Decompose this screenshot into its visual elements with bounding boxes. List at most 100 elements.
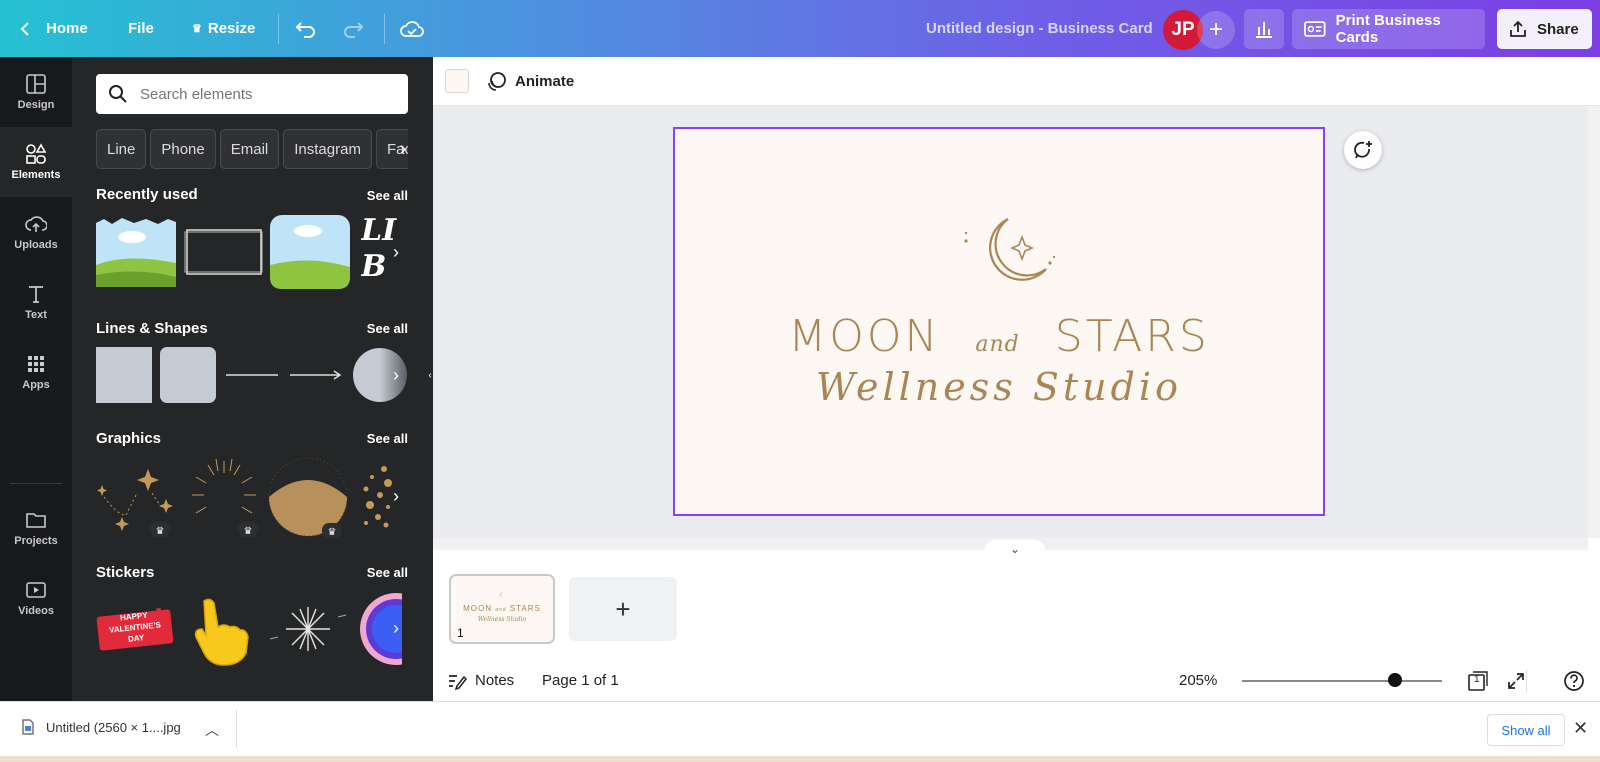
thumb-connector: and — [495, 607, 507, 613]
sticker-pointing-hand[interactable] — [190, 597, 252, 667]
text-icon — [29, 286, 43, 303]
folder-icon — [26, 513, 46, 528]
divider — [10, 483, 62, 484]
section-title-graphics: Graphics — [96, 430, 162, 447]
rounded-square-shape[interactable] — [160, 347, 216, 403]
graphics-next-button[interactable]: › — [384, 481, 408, 511]
chevron-right-icon: › — [393, 364, 399, 385]
line-shape[interactable] — [224, 369, 280, 381]
chip-instagram[interactable]: Instagram — [283, 129, 372, 169]
graphic-sunburst[interactable]: ♛ — [184, 455, 264, 539]
print-label: Print Business Cards — [1335, 12, 1441, 46]
rail-label: Projects — [14, 535, 58, 547]
background-color-swatch[interactable] — [445, 69, 469, 93]
show-all-downloads-button[interactable]: Show all — [1487, 714, 1565, 746]
chip-email[interactable]: Email — [219, 129, 280, 169]
rail-label: Uploads — [14, 239, 58, 251]
chevron-down-icon: ⌄ — [1009, 542, 1021, 556]
rail-item-videos[interactable]: Videos — [0, 563, 72, 633]
see-all-lines-link[interactable]: See all — [367, 321, 408, 336]
animate-icon — [488, 71, 506, 91]
download-file-name: Untitled (2560 × 1....jpg — [46, 719, 181, 735]
recent-photo-frame-rounded[interactable] — [270, 215, 350, 289]
zoom-level[interactable]: 205% — [1179, 660, 1217, 701]
share-icon — [1510, 20, 1526, 37]
rail-item-text[interactable]: Text — [0, 267, 72, 337]
comment-add-icon — [1354, 141, 1372, 159]
add-page-button[interactable]: + — [569, 577, 677, 641]
notes-label: Notes — [475, 672, 515, 689]
sticker-valentines[interactable]: HAPPY VALENTINE'S DAY ♥ — [96, 605, 174, 657]
recent-sketch-frame[interactable] — [184, 227, 264, 277]
thumb-tagline: Wellness Studio — [477, 616, 527, 623]
recent-next-button[interactable]: › — [384, 237, 408, 267]
search-input[interactable] — [140, 85, 390, 103]
undo-button[interactable] — [295, 0, 317, 57]
chip-phone[interactable]: Phone — [150, 129, 216, 169]
heart-icon: ♥ — [156, 605, 162, 615]
share-button[interactable]: Share — [1497, 9, 1592, 49]
brand-tagline[interactable]: Wellness Studio — [675, 365, 1323, 409]
cloud-save-button[interactable] — [400, 0, 424, 57]
chips-next-button[interactable]: › — [392, 136, 414, 162]
grid-view-button[interactable]: 1 — [1467, 660, 1489, 701]
download-item[interactable]: Untitled (2560 × 1....jpg — [22, 719, 181, 735]
zoom-slider-track[interactable] — [1242, 680, 1442, 682]
chevron-right-icon: › — [399, 137, 407, 160]
divider — [278, 14, 279, 44]
see-all-graphics-link[interactable]: See all — [367, 431, 408, 446]
chip-line[interactable]: Line — [96, 129, 147, 169]
rail-label: Design — [17, 99, 55, 111]
divider — [236, 710, 237, 748]
chevron-right-icon: › — [393, 241, 399, 262]
svg-text:♛: ♛ — [328, 527, 337, 538]
page-indicator[interactable]: Page 1 of 1 — [542, 660, 619, 701]
rail-label: Elements — [11, 169, 61, 181]
animate-button[interactable]: Animate — [485, 57, 574, 106]
add-collaborator-button[interactable]: + — [1197, 11, 1235, 49]
moon-stars-logo[interactable] — [960, 217, 1060, 289]
grid-count: 1 — [1474, 674, 1480, 685]
page-number: 1 — [457, 626, 464, 640]
search-box[interactable] — [96, 74, 408, 114]
see-all-recent-link[interactable]: See all — [367, 188, 408, 203]
close-icon[interactable]: ✕ — [1573, 718, 1588, 739]
rail-item-projects[interactable]: Projects — [0, 493, 72, 563]
brand-name[interactable]: MOON and STARS — [675, 311, 1323, 367]
toggle-pages-button[interactable]: ⌄ — [985, 540, 1045, 558]
vertical-scrollbar[interactable] — [1588, 106, 1600, 538]
graphic-crescent-moon[interactable]: ♛ — [267, 457, 349, 539]
rail-item-elements[interactable]: Elements — [0, 127, 72, 197]
arrow-line-shape[interactable] — [288, 369, 344, 381]
help-button[interactable] — [1563, 660, 1585, 701]
resize-button[interactable]: ♛ Resize — [192, 0, 255, 57]
design-title[interactable]: Untitled design - Business Card — [926, 0, 1153, 57]
square-shape[interactable] — [96, 347, 152, 403]
print-business-cards-button[interactable]: Print Business Cards — [1292, 9, 1485, 49]
file-menu-button[interactable]: File — [128, 0, 154, 57]
graphic-sparkles[interactable]: ♛ — [96, 463, 176, 539]
chevron-left-icon: ‹ — [428, 369, 432, 381]
zoom-slider-handle[interactable] — [1388, 673, 1402, 687]
redo-button[interactable] — [342, 0, 364, 57]
insights-button[interactable] — [1244, 9, 1284, 49]
see-all-stickers-link[interactable]: See all — [367, 565, 408, 580]
stickers-next-button[interactable]: › — [384, 613, 408, 643]
home-button[interactable]: Home — [18, 0, 88, 57]
crown-icon: ♛ — [192, 23, 202, 35]
download-options-button[interactable]: ︿ — [205, 720, 219, 740]
comment-button[interactable] — [1344, 131, 1382, 169]
notes-button[interactable]: Notes — [447, 660, 514, 701]
rail-item-design[interactable]: Design — [0, 57, 72, 127]
rail-item-uploads[interactable]: Uploads — [0, 197, 72, 267]
sticker-starburst[interactable] — [268, 599, 348, 659]
layout-icon — [26, 74, 46, 94]
help-icon — [1564, 670, 1584, 691]
page-thumbnail-1[interactable]: ☾ MOON and STARS Wellness Studio 1 — [449, 574, 555, 644]
business-card-canvas[interactable]: MOON and STARS Wellness Studio — [673, 127, 1325, 516]
recent-photo-frame-torn[interactable] — [96, 217, 176, 287]
fullscreen-button[interactable] — [1506, 660, 1526, 701]
rail-item-apps[interactable]: Apps — [0, 337, 72, 407]
home-label: Home — [46, 20, 88, 37]
shapes-next-button[interactable]: › — [384, 360, 408, 390]
